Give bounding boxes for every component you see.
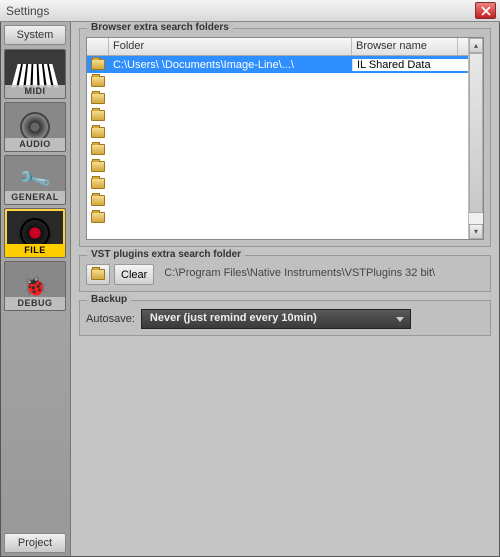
sidebar-tab-file[interactable]: FILE xyxy=(4,208,66,258)
sidebar-tab-label: AUDIO xyxy=(5,138,65,151)
vst-folder-group: VST plugins extra search folder Clear C:… xyxy=(79,255,491,292)
scroll-thumb[interactable] xyxy=(469,53,483,213)
row-browser-name[interactable]: IL Shared Data xyxy=(352,59,468,71)
scroll-up-button[interactable]: ▴ xyxy=(469,38,483,53)
col-browser-name[interactable]: Browser name xyxy=(352,38,458,55)
row-folder-icon-cell xyxy=(87,178,109,189)
browse-folder-button[interactable] xyxy=(86,264,110,285)
row-folder-icon-cell xyxy=(87,161,109,172)
close-button[interactable] xyxy=(475,2,496,19)
group-title: VST plugins extra search folder xyxy=(87,249,245,260)
row-folder-icon-cell xyxy=(87,127,109,138)
sidebar-tab-audio[interactable]: AUDIO xyxy=(4,102,66,152)
main-area: System MIDI AUDIO 🔧 GENERAL FILE 🐞 DEBUG… xyxy=(0,22,500,557)
folder-icon xyxy=(91,161,105,172)
folder-icon xyxy=(91,144,105,155)
sidebar-tab-midi[interactable]: MIDI xyxy=(4,49,66,99)
bug-icon: 🐞 xyxy=(22,273,48,299)
scroll-track[interactable] xyxy=(469,53,483,224)
sidebar-tab-label: MIDI xyxy=(5,85,65,98)
scroll-down-button[interactable]: ▾ xyxy=(469,224,483,239)
table-row[interactable] xyxy=(87,209,468,226)
row-folder-icon-cell xyxy=(87,144,109,155)
sidebar-tab-label: FILE xyxy=(5,244,65,257)
row-folder-icon-cell xyxy=(87,110,109,121)
table-row[interactable] xyxy=(87,124,468,141)
row-folder-icon-cell xyxy=(87,195,109,206)
browser-folders-group: Browser extra search folders Folder Brow… xyxy=(79,28,491,247)
table-row[interactable] xyxy=(87,175,468,192)
group-title: Backup xyxy=(87,294,131,305)
folder-icon xyxy=(91,110,105,121)
col-icon[interactable] xyxy=(87,38,109,55)
titlebar: Settings xyxy=(0,0,500,22)
group-title: Browser extra search folders xyxy=(87,22,233,33)
sidebar: System MIDI AUDIO 🔧 GENERAL FILE 🐞 DEBUG… xyxy=(1,22,71,556)
folder-icon xyxy=(91,93,105,104)
autosave-label: Autosave: xyxy=(86,313,135,325)
folder-icon xyxy=(91,127,105,138)
sidebar-tab-label: DEBUG xyxy=(5,297,65,310)
col-end xyxy=(458,38,468,55)
table-row[interactable] xyxy=(87,192,468,209)
row-folder-icon-cell xyxy=(87,76,109,87)
table-row[interactable] xyxy=(87,141,468,158)
sidebar-tab-debug[interactable]: 🐞 DEBUG xyxy=(4,261,66,311)
folder-icon xyxy=(91,76,105,87)
clear-button[interactable]: Clear xyxy=(114,264,154,285)
folder-icon xyxy=(91,59,105,70)
window-title: Settings xyxy=(6,4,49,18)
project-button[interactable]: Project xyxy=(4,533,66,553)
table-header: Folder Browser name xyxy=(87,38,468,56)
col-folder[interactable]: Folder xyxy=(109,38,352,55)
close-icon xyxy=(481,6,491,16)
folder-icon xyxy=(91,269,105,280)
table-row[interactable] xyxy=(87,73,468,90)
vst-path-value: C:\Program Files\Native Instruments\VSTP… xyxy=(158,264,484,285)
content-panel: Browser extra search folders Folder Brow… xyxy=(71,22,499,556)
folder-icon xyxy=(91,212,105,223)
folder-icon xyxy=(91,178,105,189)
table-row[interactable] xyxy=(87,107,468,124)
sidebar-tab-label: GENERAL xyxy=(5,191,65,204)
sidebar-tab-general[interactable]: 🔧 GENERAL xyxy=(4,155,66,205)
backup-group: Backup Autosave: Never (just remind ever… xyxy=(79,300,491,336)
table-row[interactable]: C:\Users\ \Documents\Image-Line\...\IL S… xyxy=(87,56,468,73)
system-button[interactable]: System xyxy=(4,25,66,45)
table-row[interactable] xyxy=(87,90,468,107)
row-folder-icon-cell xyxy=(87,93,109,104)
table-body: C:\Users\ \Documents\Image-Line\...\IL S… xyxy=(87,56,468,239)
row-folder-icon-cell xyxy=(87,212,109,223)
autosave-dropdown[interactable]: Never (just remind every 10min) xyxy=(141,309,411,329)
row-folder-icon-cell xyxy=(87,59,109,70)
table-row[interactable] xyxy=(87,158,468,175)
folder-table: Folder Browser name C:\Users\ \Documents… xyxy=(86,37,484,240)
folder-icon xyxy=(91,195,105,206)
row-folder-path: C:\Users\ \Documents\Image-Line\...\ xyxy=(109,59,352,71)
vertical-scrollbar[interactable]: ▴ ▾ xyxy=(468,38,483,239)
